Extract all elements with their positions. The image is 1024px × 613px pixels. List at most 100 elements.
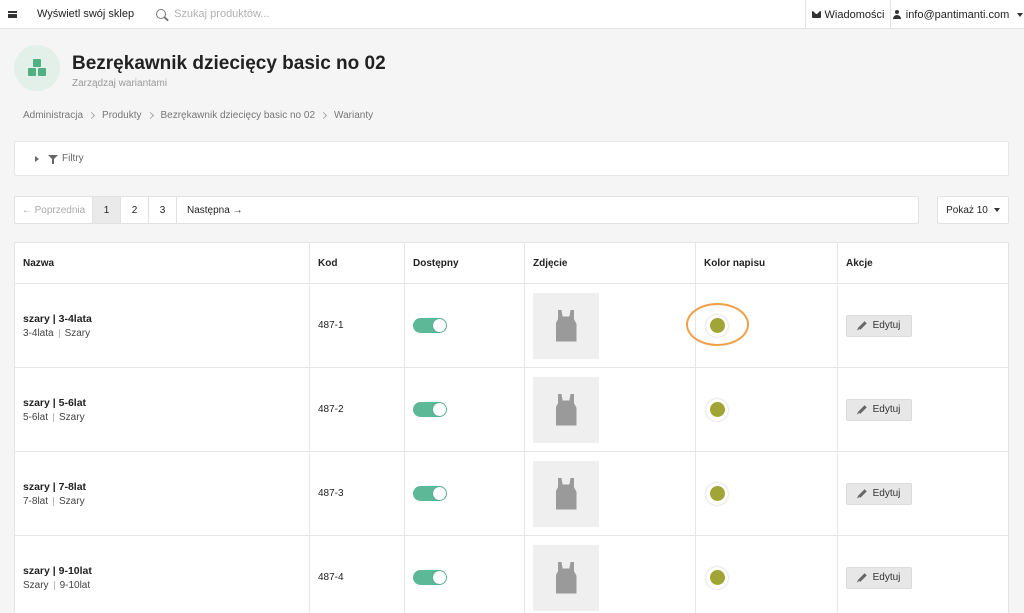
pencil-icon — [857, 573, 867, 582]
variant-image — [533, 376, 599, 443]
chevron-down-icon — [1017, 12, 1024, 17]
variant-name: szary | 3-4lata — [23, 312, 92, 325]
column-header-actions: Akcje — [846, 257, 873, 269]
column-header-image: Zdjęcie — [525, 243, 696, 283]
chevron-right-icon — [146, 111, 154, 120]
edit-label: Edytuj — [872, 572, 901, 583]
text-color-swatch — [706, 314, 728, 337]
variant-name-block: szary | 7-8lat 7-8lat Szary — [23, 481, 86, 507]
variant-tag: 9-10lat — [59, 579, 91, 591]
variant-code: 487-4 — [318, 572, 344, 583]
chevron-right-icon — [319, 111, 328, 120]
tank-top-image — [555, 393, 577, 426]
breadcrumb-current: Warianty — [334, 110, 374, 121]
tank-top-image — [555, 561, 577, 594]
breadcrumb: Administracja Produkty Bezrękawnik dziec… — [23, 110, 373, 121]
pencil-icon — [857, 405, 867, 414]
column-header-available: Dostępny — [405, 243, 525, 283]
search-input[interactable] — [174, 8, 475, 20]
top-bar: Wyświetl swój sklep Wiadomości info@pant… — [0, 0, 1024, 29]
variant-name: szary | 7-8lat — [23, 480, 87, 493]
variant-tags: 5-6lat Szary — [23, 412, 86, 423]
variant-code: 487-1 — [318, 320, 344, 331]
breadcrumb-administracja[interactable]: Administracja — [23, 110, 83, 121]
table-row: szary | 7-8lat 7-8lat Szary 487-3 Edytuj — [15, 452, 1008, 536]
variant-name: szary | 9-10lat — [23, 564, 92, 577]
tank-top-image — [555, 477, 577, 510]
breadcrumb-product[interactable]: Bezrękawnik dziecięcy basic no 02 — [161, 110, 316, 121]
variant-name-block: szary | 5-6lat 5-6lat Szary — [23, 397, 86, 423]
edit-label: Edytuj — [872, 320, 901, 331]
chevron-right-icon — [87, 111, 96, 120]
edit-button[interactable]: Edytuj — [846, 482, 912, 505]
available-toggle[interactable] — [413, 570, 447, 585]
product-avatar — [14, 45, 60, 91]
variant-tag: Szary — [23, 579, 49, 591]
swatch-fill — [709, 318, 725, 333]
available-toggle[interactable] — [413, 486, 447, 501]
variant-tag: 5-6lat — [23, 411, 49, 423]
variant-image — [533, 460, 599, 527]
search-bar — [156, 8, 796, 20]
pencil-icon — [857, 321, 867, 330]
variant-name-block: szary | 9-10lat Szary 9-10lat — [23, 565, 92, 591]
variant-tag: Szary — [59, 411, 85, 423]
available-toggle[interactable] — [413, 402, 447, 417]
messages-button[interactable]: Wiadomości — [805, 0, 891, 29]
menu-icon[interactable] — [0, 0, 24, 29]
messages-label: Wiadomości — [824, 8, 885, 21]
table-header: Nazwa Kod Dostępny Zdjęcie Kolor napisu … — [15, 243, 1008, 284]
prev-page-button[interactable]: ← Poprzednia — [15, 197, 93, 223]
search-icon — [156, 9, 167, 19]
available-toggle[interactable] — [413, 318, 447, 333]
variant-image — [533, 292, 599, 359]
text-color-swatch — [706, 482, 728, 505]
page-3-button[interactable]: 3 — [149, 197, 177, 223]
variant-tag: 7-8lat — [23, 495, 49, 507]
filters-label: Filtry — [62, 153, 84, 164]
next-page-button[interactable]: Następna → — [177, 197, 253, 223]
chevron-down-icon — [993, 208, 1000, 212]
cubes-icon — [27, 59, 47, 77]
variant-image — [533, 544, 599, 611]
edit-button[interactable]: Edytuj — [846, 398, 912, 421]
table-row: szary | 9-10lat Szary 9-10lat 487-4 Edytu… — [15, 536, 1008, 613]
edit-button[interactable]: Edytuj — [846, 566, 912, 589]
pagination: ← Poprzednia 1 2 3 Następna → — [14, 196, 919, 224]
column-header-code: Kod — [310, 243, 405, 283]
swatch-fill — [709, 570, 725, 585]
account-menu[interactable]: info@pantimanti.com — [891, 0, 1024, 29]
page-title: Bezrękawnik dziecięcy basic no 02 — [72, 53, 386, 74]
breadcrumb-produkty[interactable]: Produkty — [102, 110, 141, 121]
edit-label: Edytuj — [872, 488, 901, 499]
top-right-actions: Wiadomości info@pantimanti.com — [805, 0, 1024, 29]
variant-name: szary | 5-6lat — [23, 396, 87, 409]
text-color-swatch — [706, 566, 728, 589]
variant-tags: Szary 9-10lat — [23, 580, 92, 591]
variant-code: 487-3 — [318, 488, 344, 499]
envelope-icon — [811, 11, 821, 18]
column-header-text-color: Kolor napisu — [696, 243, 838, 283]
edit-button[interactable]: Edytuj — [846, 314, 912, 337]
user-icon — [892, 9, 902, 20]
table-row: szary | 5-6lat 5-6lat Szary 487-2 Edytuj — [15, 368, 1008, 452]
variant-name-block: szary | 3-4lata 3-4lata Szary — [23, 313, 92, 339]
page-subtitle: Zarządzaj wariantami — [72, 78, 168, 89]
swatch-fill — [709, 486, 725, 501]
filters-toggle[interactable]: Filtry — [14, 141, 1009, 176]
per-page-select[interactable]: Pokaż 10 — [937, 196, 1009, 224]
swatch-fill — [709, 402, 725, 417]
account-email: info@pantimanti.com — [905, 8, 1010, 21]
column-header-name: Nazwa — [15, 243, 310, 283]
view-shop-link[interactable]: Wyświetl swój sklep — [37, 8, 134, 20]
pencil-icon — [857, 489, 867, 498]
page-1-button[interactable]: 1 — [93, 197, 121, 223]
page-2-button[interactable]: 2 — [121, 197, 149, 223]
per-page-label: Pokaż 10 — [946, 204, 988, 216]
variants-table: Nazwa Kod Dostępny Zdjęcie Kolor napisu … — [14, 242, 1009, 613]
variant-tag: Szary — [59, 495, 85, 507]
text-color-swatch — [706, 398, 728, 421]
variant-tags: 7-8lat Szary — [23, 496, 86, 507]
variant-tag: 3-4lata — [23, 327, 54, 339]
edit-label: Edytuj — [872, 404, 901, 415]
